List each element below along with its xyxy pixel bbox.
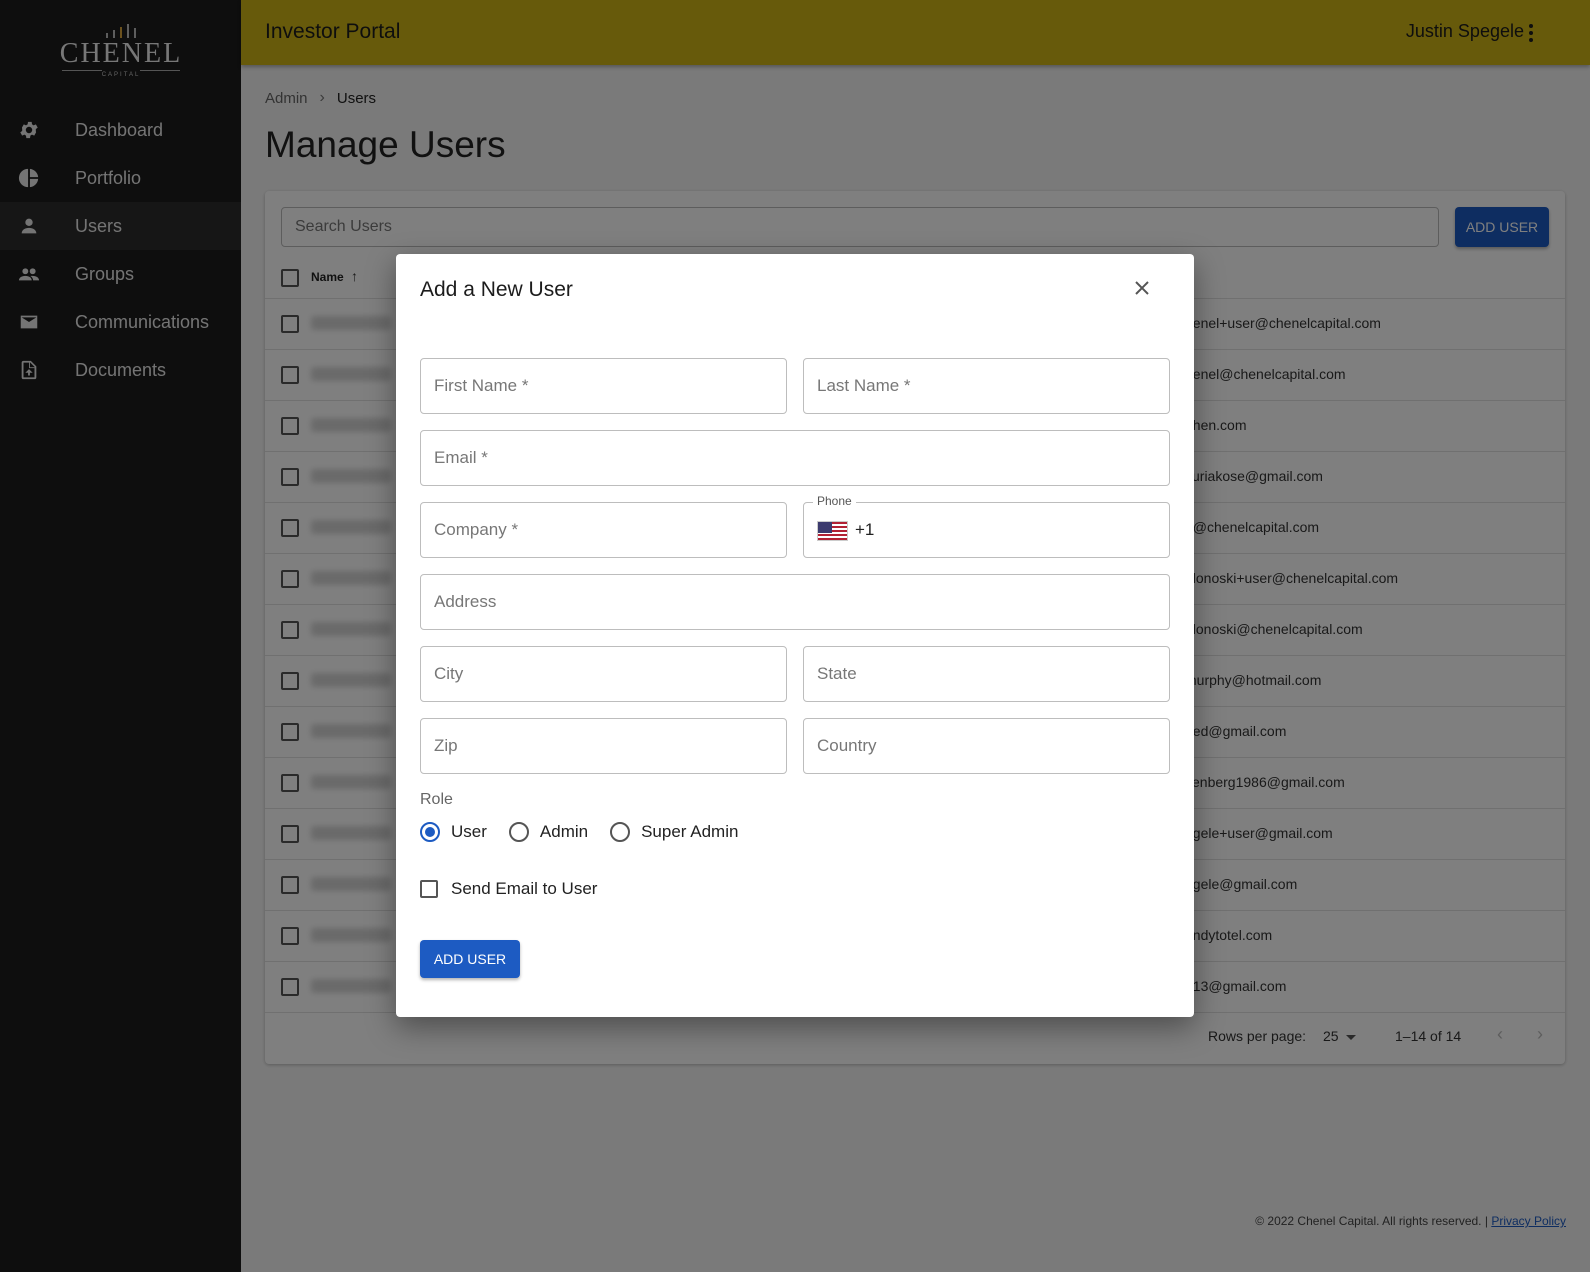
- phone-country-code: +1: [855, 520, 875, 539]
- email-placeholder: Email *: [434, 448, 488, 467]
- city-placeholder: City: [434, 664, 464, 683]
- first-name-placeholder: First Name *: [434, 376, 529, 395]
- role-radio-super-admin[interactable]: Super Admin: [610, 822, 738, 842]
- country-field[interactable]: Country: [803, 718, 1170, 774]
- role-option-label: Admin: [539, 822, 589, 841]
- state-field[interactable]: State: [803, 646, 1170, 702]
- first-name-field[interactable]: First Name *: [420, 358, 787, 414]
- submit-add-user-button[interactable]: ADD USER: [420, 940, 520, 978]
- radio-checked-icon[interactable]: [420, 822, 440, 842]
- phone-field[interactable]: Phone +1: [803, 494, 1170, 558]
- role-option-label: Super Admin: [641, 822, 739, 841]
- address-field[interactable]: Address: [420, 574, 1170, 630]
- send-email-checkbox[interactable]: Send Email to User: [420, 879, 597, 899]
- radio-unchecked-icon[interactable]: [508, 822, 529, 842]
- checkbox-unchecked-icon[interactable]: [420, 880, 438, 898]
- send-email-label: Send Email to User: [451, 879, 598, 898]
- city-field[interactable]: City: [420, 646, 787, 702]
- dialog-title: Add a New User: [420, 278, 573, 301]
- address-placeholder: Address: [434, 592, 497, 611]
- radio-unchecked-icon[interactable]: [610, 822, 631, 842]
- country-placeholder: Country: [817, 736, 877, 755]
- role-radio-group: User Admin Super Admin: [420, 822, 760, 842]
- company-placeholder: Company *: [434, 520, 519, 539]
- zip-field[interactable]: Zip: [420, 718, 787, 774]
- us-flag-icon[interactable]: [817, 521, 848, 541]
- phone-label: Phone: [813, 494, 856, 508]
- role-radio-admin[interactable]: Admin: [508, 822, 589, 842]
- role-option-label: User: [451, 822, 487, 841]
- last-name-field[interactable]: Last Name *: [803, 358, 1170, 414]
- close-icon[interactable]: [1128, 274, 1156, 302]
- state-placeholder: State: [817, 664, 857, 683]
- email-field[interactable]: Email *: [420, 430, 1170, 486]
- add-user-dialog: Add a New User First Name * Last Name * …: [396, 254, 1194, 1017]
- role-radio-user[interactable]: User: [420, 822, 487, 842]
- company-field[interactable]: Company *: [420, 502, 787, 558]
- role-label: Role: [420, 791, 453, 808]
- zip-placeholder: Zip: [434, 736, 458, 755]
- last-name-placeholder: Last Name *: [817, 376, 911, 395]
